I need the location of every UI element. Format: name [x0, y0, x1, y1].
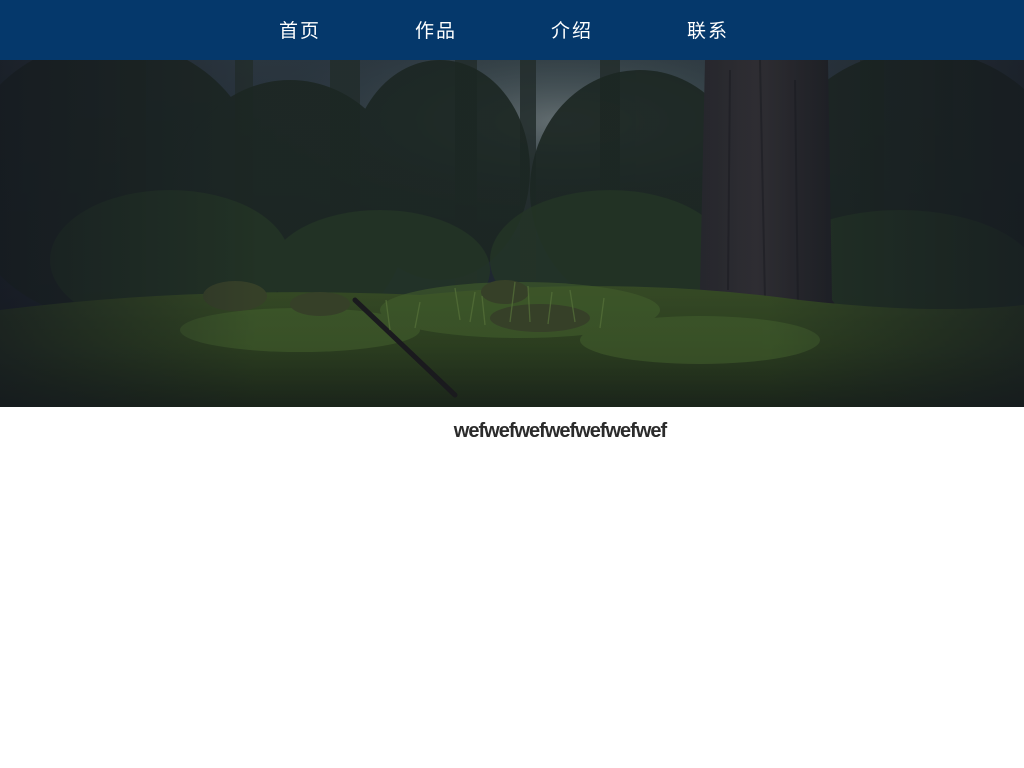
- top-nav-bar: 首页 作品 介绍 联系: [0, 0, 1024, 60]
- nav-item-about[interactable]: 介绍: [551, 0, 593, 60]
- nav-item-works[interactable]: 作品: [415, 0, 457, 60]
- forest-floor-image: [0, 60, 1024, 407]
- nav-item-home[interactable]: 首页: [279, 0, 321, 60]
- nav-item-contact[interactable]: 联系: [687, 0, 729, 60]
- page-heading: wefwefwefwefwefwefwef: [453, 420, 667, 442]
- hero-banner: [0, 60, 1024, 407]
